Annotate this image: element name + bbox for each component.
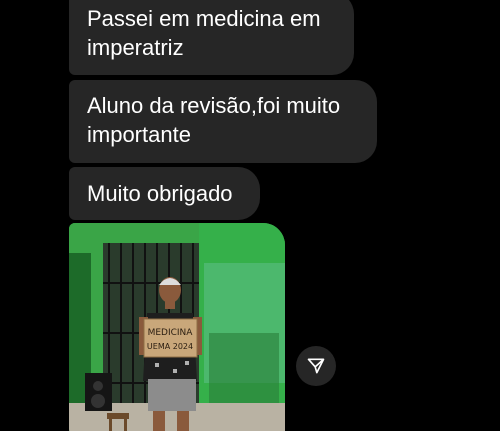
message-text: Passei em medicina em imperatriz bbox=[87, 6, 321, 60]
message-bubble[interactable]: Aluno da revisão,foi muito importante bbox=[69, 80, 377, 163]
message-bubble[interactable]: Passei em medicina em imperatriz bbox=[69, 0, 354, 75]
message-text: Aluno da revisão,foi muito importante bbox=[87, 93, 341, 147]
message-bubble[interactable]: Muito obrigado bbox=[69, 167, 260, 220]
sign-line-2: UEMA 2024 bbox=[147, 342, 193, 351]
sign-line-1: MEDICINA bbox=[148, 328, 194, 338]
paper-plane-icon bbox=[307, 358, 325, 374]
share-button[interactable] bbox=[296, 346, 336, 386]
sign: MEDICINA UEMA 2024 bbox=[143, 318, 198, 358]
photo-image: MEDICINA UEMA 2024 bbox=[69, 223, 285, 431]
photo-message[interactable]: MEDICINA UEMA 2024 bbox=[69, 223, 285, 431]
message-text: Muito obrigado bbox=[87, 181, 233, 206]
chat-thread: Passei em medicina em imperatriz Aluno d… bbox=[0, 0, 500, 431]
